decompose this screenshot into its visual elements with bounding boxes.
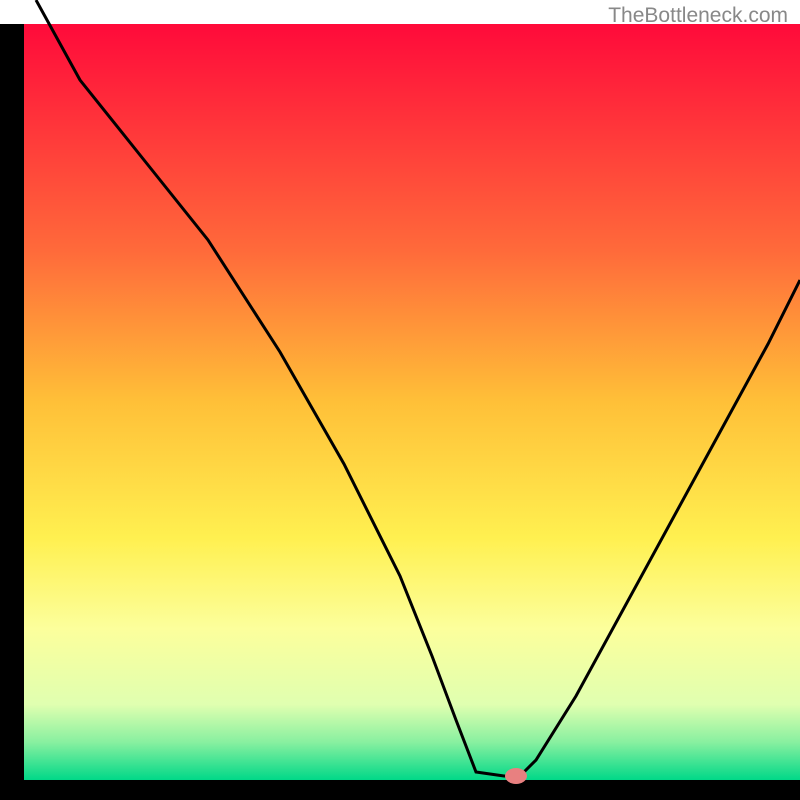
chart-svg <box>0 0 800 800</box>
watermark-text: TheBottleneck.com <box>608 4 788 28</box>
left-border <box>0 24 24 800</box>
optimal-marker <box>505 768 527 784</box>
bottom-border <box>0 780 800 800</box>
bottleneck-chart: TheBottleneck.com <box>0 0 800 800</box>
chart-background <box>24 24 800 780</box>
